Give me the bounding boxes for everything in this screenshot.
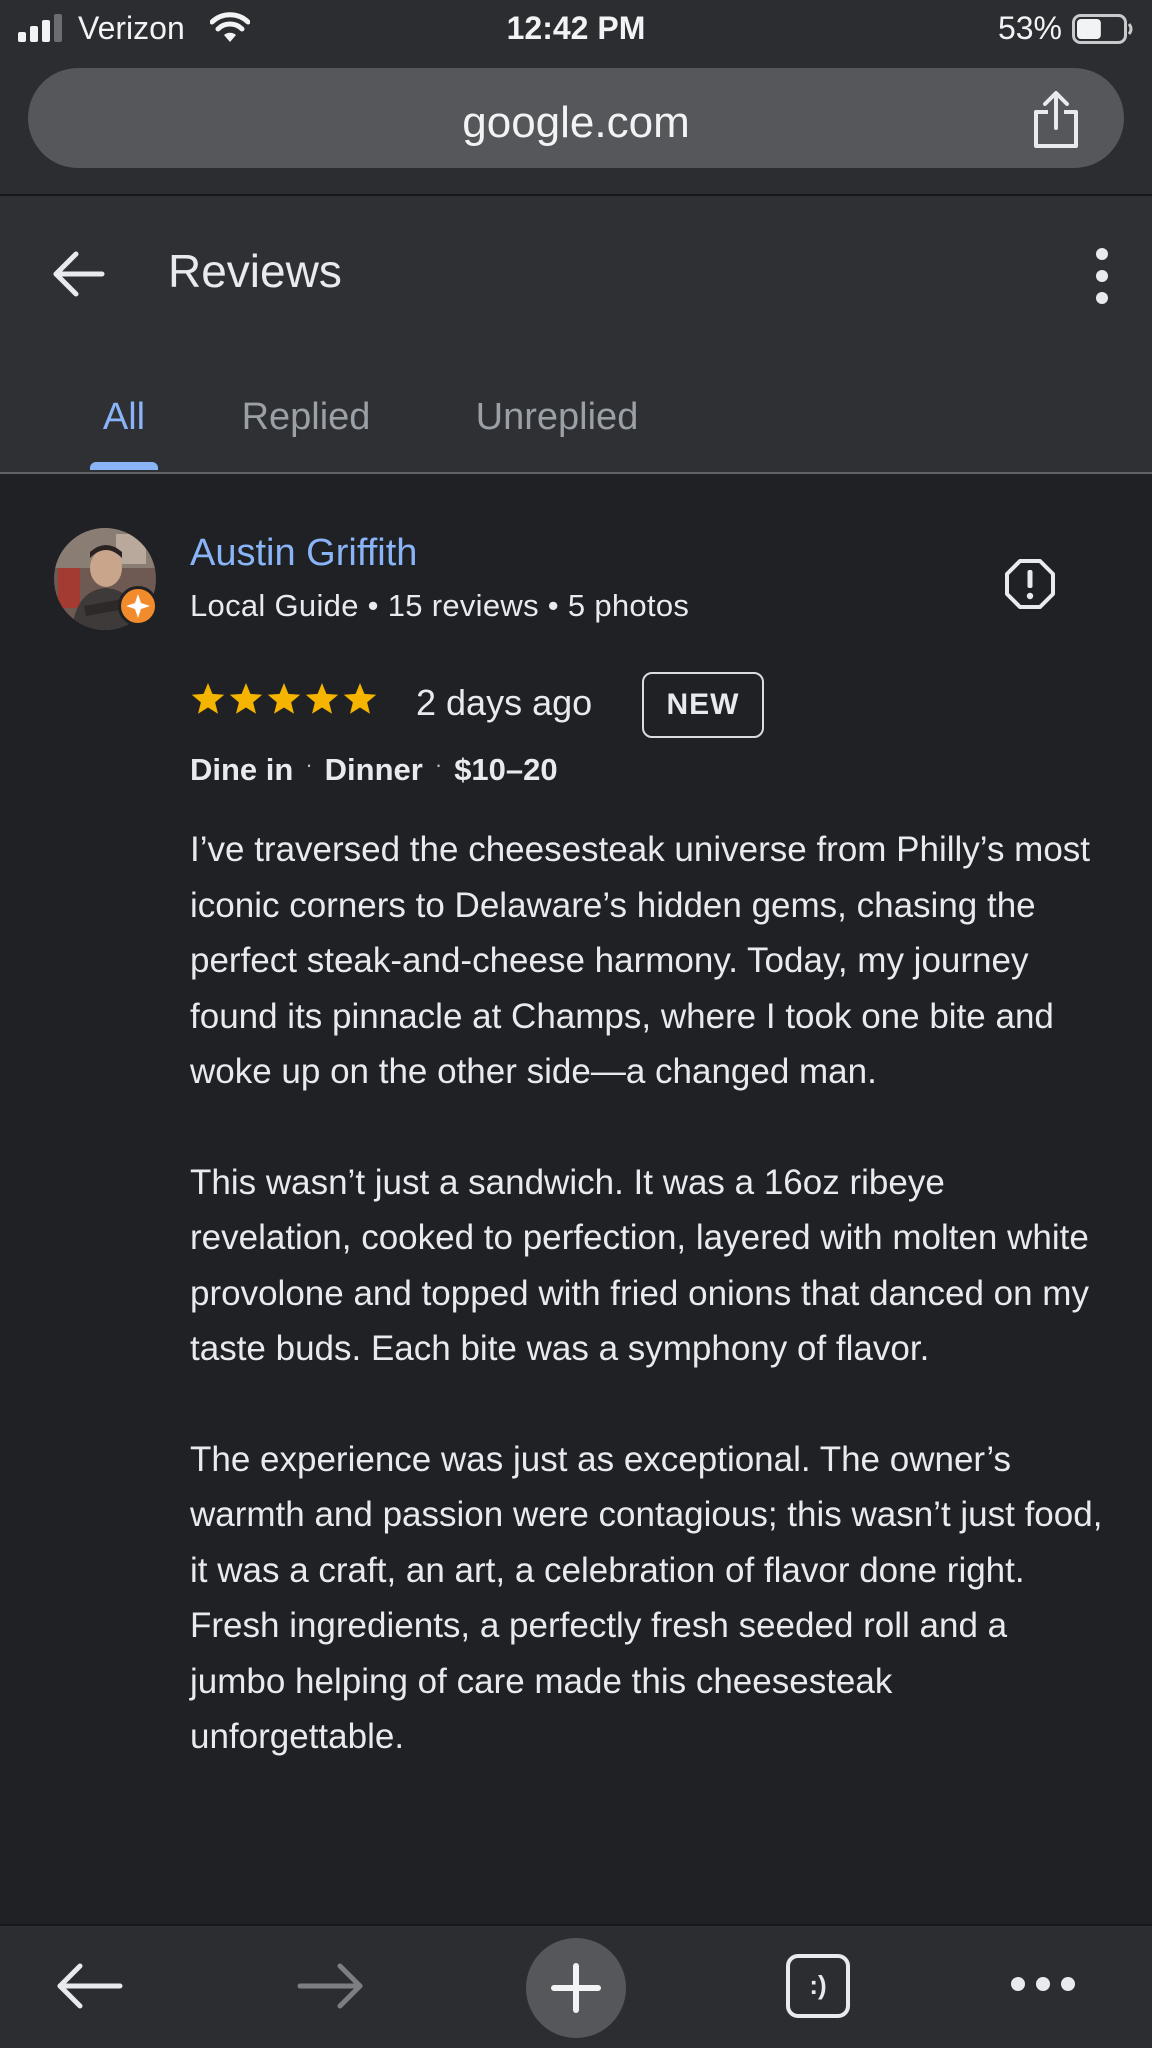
url-text[interactable]: google.com — [28, 98, 1124, 148]
browser-address-area: google.com — [0, 58, 1152, 196]
tab-switcher-button[interactable]: :) — [786, 1954, 850, 2018]
battery-icon — [1072, 14, 1133, 44]
star-icon — [343, 683, 377, 714]
review-date: 2 days ago — [416, 682, 593, 723]
star-rating — [191, 683, 377, 714]
share-icon[interactable] — [1028, 90, 1084, 150]
star-icon — [267, 683, 301, 714]
report-icon[interactable] — [1004, 558, 1056, 610]
review-paragraph: I’ve traversed the cheesesteak universe … — [190, 830, 1091, 1091]
new-badge: NEW — [642, 672, 764, 738]
status-bar: Verizon 12:42 PM 53% — [0, 0, 1152, 58]
reviewer-meta: Local Guide • 15 reviews • 5 photos — [190, 588, 690, 623]
star-icon — [305, 683, 339, 714]
new-tab-button[interactable] — [526, 1938, 626, 2038]
local-guide-star-icon — [126, 594, 150, 618]
star-icon — [191, 683, 225, 714]
active-tab-indicator — [90, 462, 158, 470]
browser-forward-icon[interactable] — [296, 1958, 366, 2014]
tag-price: $10–20 — [454, 752, 558, 787]
back-arrow-icon[interactable] — [50, 246, 106, 302]
tab-unreplied[interactable]: Unreplied — [462, 374, 652, 474]
review-card: Austin Griffith Local Guide • 15 reviews… — [0, 476, 1152, 1924]
local-guide-badge — [118, 586, 158, 626]
tab-all[interactable]: All — [90, 374, 158, 474]
tab-replied[interactable]: Replied — [236, 374, 376, 474]
clock: 12:42 PM — [506, 10, 646, 46]
address-bar[interactable]: google.com — [28, 68, 1124, 168]
review-paragraph: The experience was just as exceptional. … — [190, 1439, 1103, 1757]
page: Verizon 12:42 PM 53% google.com Reviews … — [0, 0, 1152, 2048]
browser-back-icon[interactable] — [54, 1958, 124, 2014]
browser-toolbar: :) — [0, 1924, 1152, 2048]
reviewer-name[interactable]: Austin Griffith — [190, 532, 417, 575]
tag-separator: · — [434, 752, 443, 777]
review-filter-tabs: All Replied Unreplied — [0, 374, 1152, 474]
tag-service: Dine in — [190, 752, 294, 787]
page-title: Reviews — [168, 245, 342, 297]
more-vert-icon[interactable] — [1090, 246, 1114, 306]
review-paragraph: This wasn’t just a sandwich. It was a 16… — [190, 1162, 1089, 1369]
plus-icon — [551, 1963, 601, 2013]
battery-percent: 53% — [997, 10, 1062, 46]
tag-meal: Dinner — [324, 752, 423, 787]
star-icon — [229, 683, 263, 714]
tag-separator: · — [305, 752, 313, 777]
menu-dots-icon[interactable] — [1008, 1972, 1078, 1996]
visit-tags: Dine in · Dinner · $10–20 — [190, 752, 558, 788]
reviews-header: Reviews All Replied Unreplied — [0, 196, 1152, 474]
review-text: I’ve traversed the cheesesteak universe … — [190, 822, 1110, 1765]
